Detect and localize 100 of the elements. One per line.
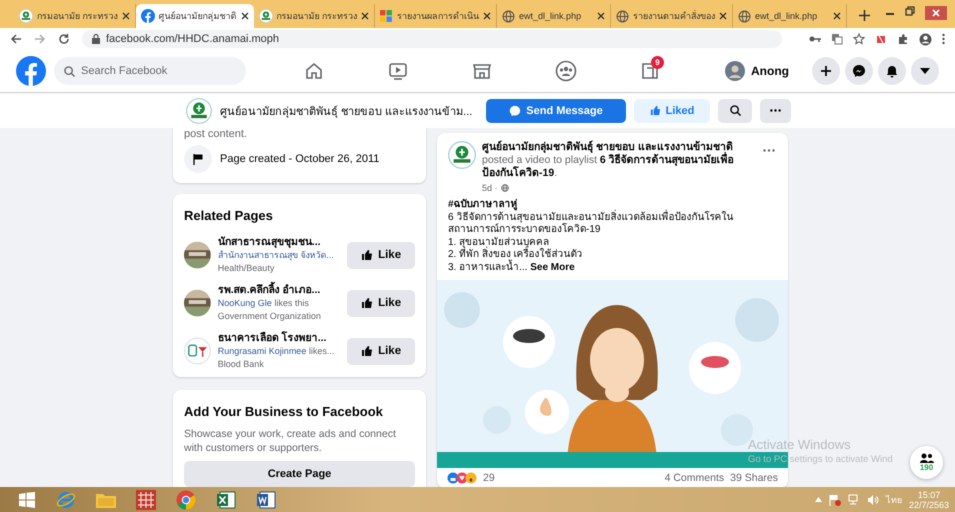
- close-icon[interactable]: [361, 12, 370, 20]
- browser-tab[interactable]: ศูนย์อนามัยกลุ่มชาติ: [136, 4, 254, 28]
- send-message-button[interactable]: Send Message: [486, 98, 626, 122]
- reload-icon[interactable]: [58, 33, 70, 45]
- card-text: Showcase your work, create ads and connect with customers or supporters.: [184, 427, 397, 455]
- page-created-text: Page created - October 26, 2011: [220, 153, 380, 165]
- page-avatar: [184, 337, 211, 365]
- notifications-button[interactable]: [878, 57, 906, 85]
- search-button[interactable]: [718, 98, 752, 122]
- search-field[interactable]: Search Facebook: [54, 57, 246, 85]
- lock-icon: [92, 34, 100, 44]
- thumbs-up-icon: [361, 345, 374, 357]
- card-title: Add Your Business to Facebook: [184, 404, 384, 419]
- nav-tab[interactable]: 9: [630, 56, 670, 86]
- post-headline: ศูนย์อนามัยกลุ่มชาติพันธุ์ ชายขอบ และแรงงานข้ามชาติ posted a video to playlist 6 วิธีจัดการด้านสุขอนามัยเพื่อป้องกันโควิด-19.: [482, 141, 735, 180]
- star-icon[interactable]: [853, 33, 865, 45]
- post-text: 6 วิธีจัดการด้านสุขอนามัยและอนามัยสิ่งแวดล้อมเพื่อป้องกันโรคในสถานการณ์การระบาดของโควิด-19: [448, 212, 734, 236]
- plus-icon: [820, 65, 832, 77]
- page-name[interactable]: นักสาธารณสุขชุมชน...: [218, 236, 340, 248]
- address-bar[interactable]: facebook.com/HHDC.anamai.moph: [82, 30, 782, 48]
- see-more-link[interactable]: See More: [530, 262, 575, 272]
- people-icon: [920, 453, 934, 463]
- more-icon: [763, 149, 775, 152]
- like-button[interactable]: Like: [347, 290, 415, 316]
- new-tab-icon[interactable]: [859, 10, 870, 21]
- windows-icon: [19, 492, 35, 508]
- facebook-icon: [140, 9, 155, 23]
- comments-link[interactable]: 4 Comments: [664, 472, 724, 484]
- puzzle-icon[interactable]: [897, 33, 909, 45]
- thumbs-up-icon: [361, 249, 374, 261]
- profile-icon[interactable]: [919, 32, 932, 46]
- store-icon: [472, 61, 492, 81]
- page-logo: [448, 141, 476, 169]
- liked-button[interactable]: Liked: [634, 98, 710, 122]
- word-icon: [256, 490, 276, 510]
- page-name[interactable]: ธนาคารเลือด โรงพยา...: [218, 332, 340, 344]
- account-button[interactable]: [911, 57, 939, 85]
- page-category: Blood Bank: [218, 358, 265, 370]
- profile-link[interactable]: Anong: [725, 61, 789, 81]
- globe-icon: [500, 184, 509, 192]
- more-icon: [770, 109, 781, 112]
- close-icon[interactable]: [597, 12, 606, 20]
- notification-badge: 9: [651, 56, 664, 69]
- page-category: Health/Beauty: [218, 262, 276, 274]
- globe-icon: [738, 10, 752, 22]
- messenger-icon: [852, 64, 866, 78]
- chrome-icon: [176, 490, 196, 510]
- more-button[interactable]: [760, 98, 791, 122]
- post-text: 1. สุขอนามัยส่วนบุคคล: [448, 236, 550, 248]
- profile-link[interactable]: สำนักงานสาธารณสุข จังหวัด...: [218, 250, 334, 260]
- page-name[interactable]: รพ.สต.คลึกลิ้ง อำเภอ...: [218, 284, 340, 296]
- globe-icon: [502, 10, 516, 22]
- video-icon: [388, 61, 408, 81]
- profile-link[interactable]: Rungrasami Kojinmee: [218, 346, 306, 356]
- groups-icon: [555, 60, 577, 82]
- post-time[interactable]: 5d ·: [482, 183, 498, 193]
- flag-icon[interactable]: [828, 494, 841, 506]
- close-icon[interactable]: [122, 12, 130, 20]
- create-button[interactable]: [812, 57, 840, 85]
- back-icon[interactable]: [10, 33, 22, 45]
- shares-link[interactable]: 39 Shares: [730, 472, 778, 484]
- close-icon[interactable]: [483, 12, 492, 20]
- close-icon[interactable]: [719, 12, 728, 20]
- ie-icon: [56, 490, 76, 510]
- messenger-icon: [509, 104, 522, 116]
- profile-link[interactable]: NooKung Gle: [218, 298, 272, 308]
- flag-icon: [184, 145, 212, 173]
- restore-icon[interactable]: [905, 6, 915, 16]
- page-logo: [186, 98, 212, 124]
- facebook-logo[interactable]: [16, 56, 46, 86]
- create-page-button[interactable]: Create Page: [184, 461, 415, 487]
- search-icon: [64, 66, 75, 76]
- post-text: 3. อาหารและน้ำ... See More: [448, 262, 576, 274]
- seal-icon: [19, 9, 33, 23]
- page-avatar: [184, 241, 211, 269]
- squares-icon: [380, 10, 394, 22]
- home-icon: [304, 61, 324, 81]
- seal-icon: [258, 9, 273, 23]
- extension-icon[interactable]: [875, 33, 887, 45]
- page-category: Government Organization: [218, 310, 322, 322]
- grid-app-icon: [136, 490, 156, 510]
- close-icon[interactable]: [240, 12, 249, 20]
- translate-icon[interactable]: [831, 33, 843, 45]
- about-text: post content.: [184, 128, 248, 140]
- messenger-button[interactable]: [845, 57, 873, 85]
- likes-text: likes this: [274, 298, 309, 308]
- thumbs-up-icon: [650, 105, 661, 116]
- excel-icon: [216, 490, 236, 510]
- like-button[interactable]: Like: [347, 242, 415, 268]
- search-icon: [730, 105, 740, 116]
- page-avatar: [184, 289, 211, 317]
- page-name: ศูนย์อนามัยกลุ่มชาติพันธุ์ ชายขอบ และแรงงานข้าม...: [220, 104, 474, 120]
- thumbs-up-icon: [361, 297, 374, 309]
- like-button[interactable]: Like: [347, 338, 415, 364]
- menu-icon[interactable]: [942, 33, 945, 45]
- globe-icon: [616, 10, 630, 22]
- key-icon[interactable]: [809, 35, 821, 43]
- reaction-count[interactable]: 29: [483, 472, 495, 484]
- user-avatar: [725, 61, 745, 81]
- close-icon[interactable]: [833, 12, 842, 20]
